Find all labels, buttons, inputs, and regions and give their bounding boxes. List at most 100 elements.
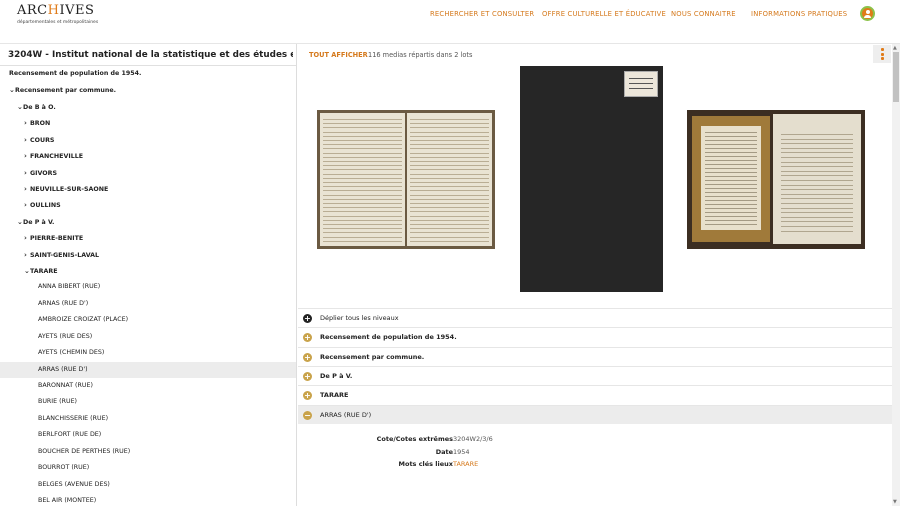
tree-item[interactable]: BOUCHER DE PERTHES (RUE) <box>0 444 296 460</box>
tree-item-label: BEL AIR (MONTEE) <box>38 496 97 504</box>
tree-item-label: Recensement de population de 1954. <box>9 70 142 77</box>
tree-item-label: ANNA BIBERT (RUE) <box>38 283 101 291</box>
tree-item-label: GIVORS <box>30 169 58 177</box>
nav-offre-culturelle[interactable]: OFFRE CULTURELLE ET ÉDUCATIVE <box>542 10 666 18</box>
media-count: 116 medias répartis dans 2 lots <box>368 51 473 59</box>
accordion-label: TARARE <box>320 391 349 400</box>
expand-icon[interactable]: + <box>303 333 312 343</box>
tree-item[interactable]: BLANCHISSERIE (RUE) <box>0 411 296 427</box>
accordion-row[interactable]: + Recensement de population de 1954. <box>298 327 892 346</box>
tree-item[interactable]: AYETS (RUE DES) <box>0 329 296 345</box>
tree-item[interactable]: › FRANCHEVILLE <box>0 148 296 164</box>
tree-item-label: BOUCHER DE PERTHES (RUE) <box>38 447 131 455</box>
tree-item[interactable]: ARRAS (RUE D') <box>0 361 296 378</box>
scroll-thumb[interactable] <box>893 52 899 102</box>
expand-icon[interactable]: + <box>303 314 312 323</box>
detail-value: 1954 <box>453 447 470 456</box>
scroll-up-icon[interactable]: ▲ <box>893 45 897 51</box>
more-options-icon[interactable] <box>873 45 891 63</box>
page-scrollbar[interactable]: ▲ ▼ <box>892 44 900 506</box>
expand-icon[interactable]: + <box>303 352 312 362</box>
tree-item-label: De P à V. <box>23 218 55 226</box>
tree-item-label: BELGES (AVENUE DES) <box>38 480 110 488</box>
tree-item-label: BLANCHISSERIE (RUE) <box>38 414 109 422</box>
tree-item[interactable]: BARONNAT (RUE) <box>0 378 296 394</box>
logo-subtitle: départementales et métropolitaines <box>17 20 99 25</box>
nav-informations-pratiques[interactable]: INFORMATIONS PRATIQUES <box>751 10 847 18</box>
tree-item[interactable]: › OULLINS <box>0 197 296 213</box>
list-page-left <box>692 116 770 242</box>
accordion-label: De P à V. <box>320 371 353 380</box>
accordion-label: Recensement par commune. <box>320 352 425 361</box>
thumbnail-register-list[interactable] <box>687 110 865 249</box>
tree-item[interactable]: › PIERRE-BENITE <box>0 230 296 246</box>
detail-label: Cote/Cotes extrêmes <box>376 435 453 443</box>
tree-item[interactable]: › COURS <box>0 132 296 148</box>
tree-item[interactable]: BURIE (RUE) <box>0 394 296 410</box>
tree-panel: 3204W - Institut national de la statisti… <box>0 44 297 506</box>
tree-item-label: PIERRE-BENITE <box>30 235 84 243</box>
tree-item[interactable]: Recensement de population de 1954. <box>0 66 296 82</box>
tree-item[interactable]: ⌄De B à O. <box>0 99 296 115</box>
tree-item-label: FRANCHEVILLE <box>30 153 84 161</box>
tree-item[interactable]: ⌄Recensement par commune. <box>0 82 296 98</box>
tree-item-label: SAINT-GENIS-LAVAL <box>30 251 100 259</box>
register-page-left <box>320 113 405 246</box>
show-all-button[interactable]: TOUT AFFICHER <box>309 51 368 59</box>
scroll-down-icon[interactable]: ▼ <box>893 499 897 505</box>
accordion-row[interactable]: + De P à V. <box>298 365 892 385</box>
nav-nous-connaitre[interactable]: NOUS CONNAITRE <box>671 10 736 18</box>
tree-item-label: ARRAS (RUE D') <box>38 365 88 373</box>
accordion-row[interactable]: − ARRAS (RUE D') <box>298 404 892 424</box>
tree-item[interactable]: › NEUVILLE-SUR-SAONE <box>0 181 296 197</box>
tree-item-label: ARNAS (RUE D') <box>38 299 89 307</box>
tree-item[interactable]: BELGES (AVENUE DES) <box>0 477 296 493</box>
archives-logo[interactable]: ARCHIVES départementales et métropolitai… <box>17 3 98 25</box>
tree-item[interactable]: AYETS (CHEMIN DES) <box>0 345 296 361</box>
tree-item[interactable]: ⌄De P à V. <box>0 214 296 230</box>
expand-icon[interactable]: + <box>303 391 312 401</box>
tree-item[interactable]: BEL AIR (MONTEE) <box>0 493 296 506</box>
detail-label: Mots clés lieux <box>398 460 453 468</box>
tree-item[interactable]: BERLFORT (RUE DE) <box>0 427 296 443</box>
accordion-row[interactable]: + Recensement par commune. <box>298 346 892 366</box>
tree-item-label: AMBROIZE CROIZAT (PLACE) <box>38 316 129 324</box>
tree-item[interactable]: ANNA BIBERT (RUE) <box>0 279 296 295</box>
accordion-row[interactable]: + Déplier tous les niveaux <box>298 308 892 327</box>
logo-text-accent: H <box>47 3 60 18</box>
tree-item-label: BOURROT (RUE) <box>38 464 90 472</box>
tree-item[interactable]: ⌄TARARE <box>0 263 296 279</box>
tree-item-label: NEUVILLE-SUR-SAONE <box>30 185 109 193</box>
tree-item-label: OULLINS <box>30 202 61 210</box>
accordion-row[interactable]: + TARARE <box>298 385 892 404</box>
logo-text-suffix: IVES <box>59 3 95 18</box>
user-account-icon[interactable] <box>860 6 875 21</box>
logo-text-prefix: ARC <box>17 3 48 18</box>
thumbnail-register-open[interactable] <box>317 110 495 249</box>
fonds-title: 3204W - Institut national de la statisti… <box>8 50 293 60</box>
viewer-panel: TOUT AFFICHER 116 medias répartis dans 2… <box>298 44 892 506</box>
detail-value: 3204W2/3/6 <box>453 435 493 443</box>
tree-item-label: TARARE <box>30 268 58 276</box>
tree-item[interactable]: BOURROT (RUE) <box>0 460 296 476</box>
tree-item[interactable]: AMBROIZE CROIZAT (PLACE) <box>0 312 296 328</box>
place-keyword-link[interactable]: TARARE <box>453 460 478 468</box>
thumbnail-register-cover[interactable] <box>520 66 663 292</box>
expand-icon[interactable]: + <box>303 371 312 381</box>
tree-item[interactable]: ARNAS (RUE D') <box>0 296 296 312</box>
tree-item[interactable]: › GIVORS <box>0 165 296 181</box>
tree-item-label: AYETS (CHEMIN DES) <box>38 349 105 357</box>
tree-item-label: BARONNAT (RUE) <box>38 381 93 389</box>
accordion-label: Recensement de population de 1954. <box>320 333 457 342</box>
site-header: ARCHIVES départementales et métropolitai… <box>0 0 900 44</box>
accordion-label: ARRAS (RUE D') <box>320 410 372 419</box>
tree-item-label: BRON <box>30 120 51 128</box>
tree-item-label: Recensement par commune. <box>15 87 117 95</box>
tree-item-label: De B à O. <box>23 103 56 111</box>
tree-item[interactable]: › SAINT-GENIS-LAVAL <box>0 247 296 263</box>
collapse-icon[interactable]: − <box>303 410 312 420</box>
nav-rechercher[interactable]: RECHERCHER ET CONSULTER <box>430 10 534 18</box>
tree-item[interactable]: › BRON <box>0 115 296 131</box>
cover-label <box>624 71 658 97</box>
tree-item-label: BERLFORT (RUE DE) <box>38 431 102 439</box>
